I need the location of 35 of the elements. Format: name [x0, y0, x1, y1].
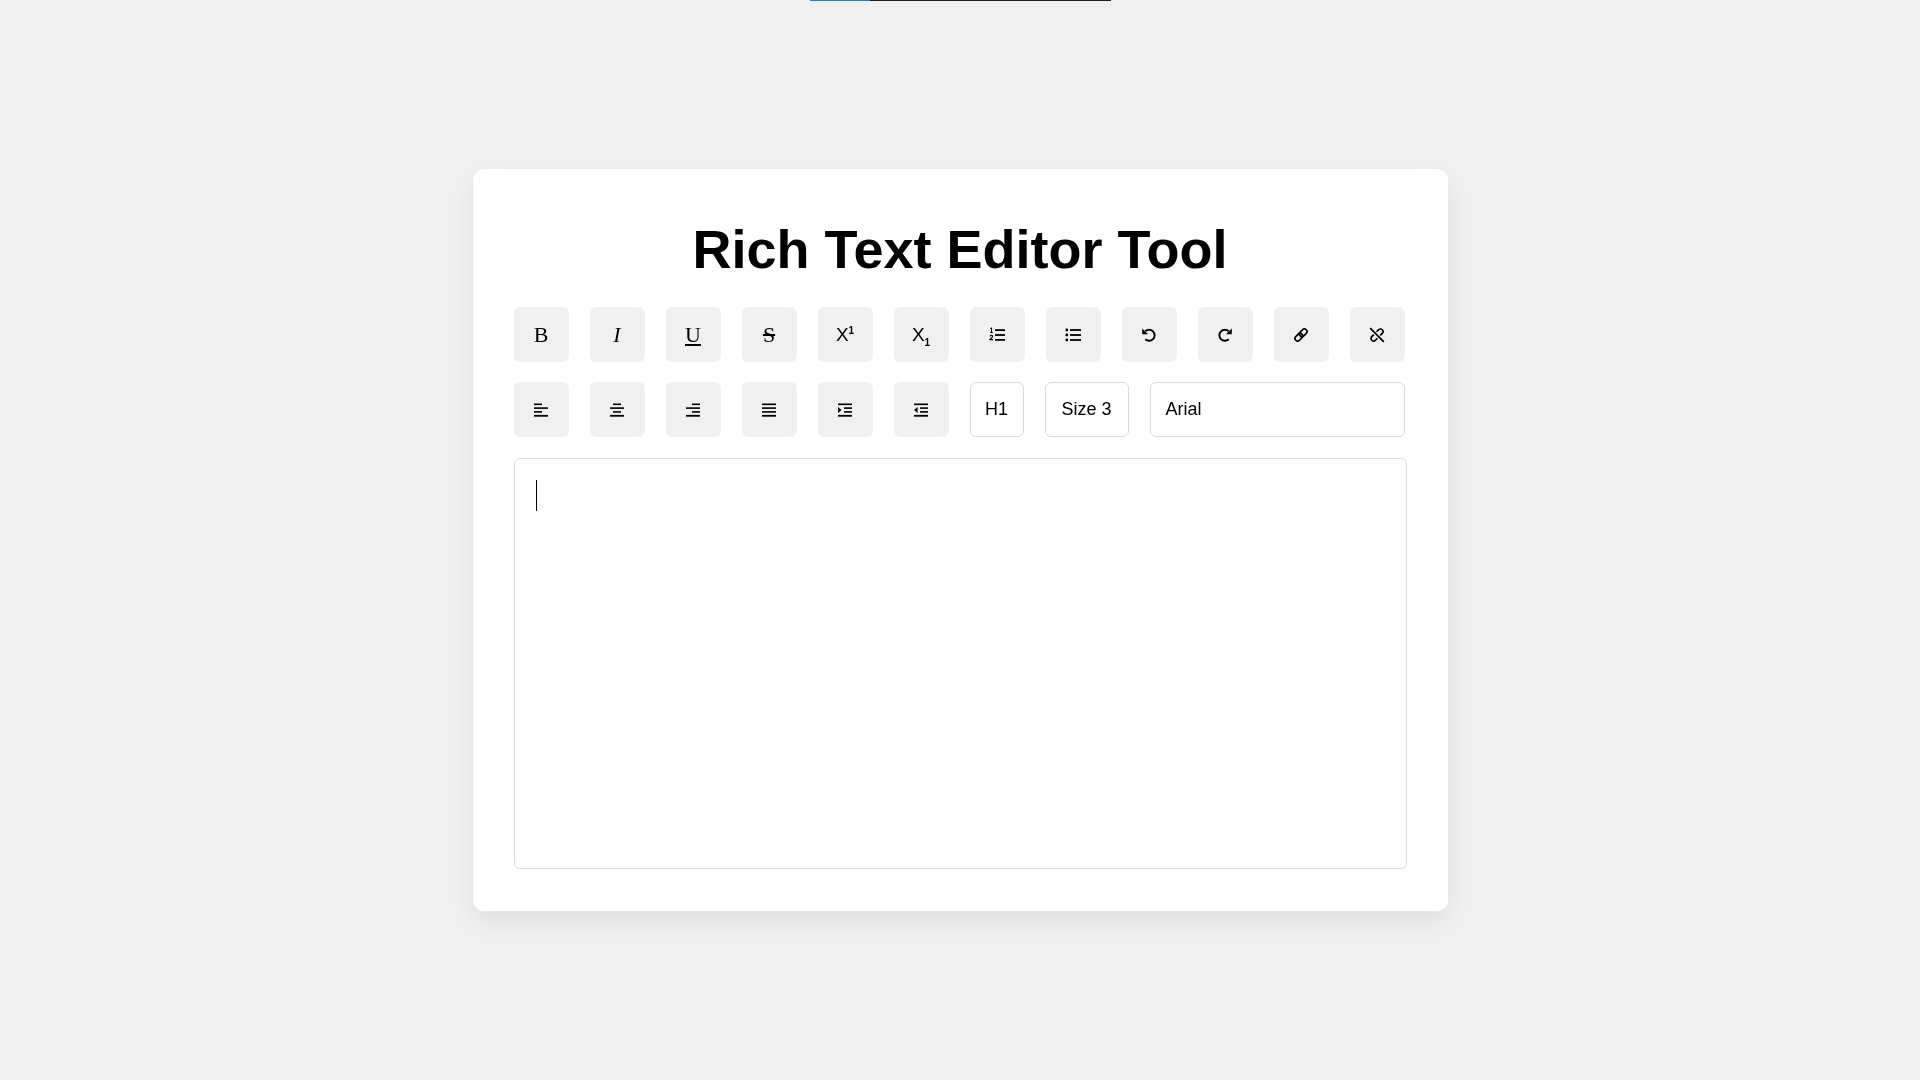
align-right-button[interactable]	[665, 382, 721, 437]
align-center-button[interactable]	[589, 382, 645, 437]
outdent-button[interactable]	[893, 382, 949, 437]
strikethrough-button[interactable]: S	[741, 307, 797, 362]
editor-field[interactable]	[513, 458, 1407, 869]
justify-button[interactable]	[741, 382, 797, 437]
redo-button[interactable]	[1197, 307, 1253, 362]
bullet-list-icon	[1065, 326, 1081, 343]
page-title: Rich Text Editor Tool	[691, 218, 1229, 281]
indent-button[interactable]	[817, 382, 873, 437]
underline-button[interactable]: U	[665, 307, 721, 362]
outdent-icon	[913, 401, 929, 418]
align-right-icon	[685, 401, 701, 418]
size-dropdown[interactable]: Size 3	[1044, 382, 1129, 437]
justify-icon	[761, 401, 777, 418]
italic-button[interactable]: I	[589, 307, 645, 362]
superscript-button[interactable]: X$^{1}$	[817, 307, 873, 362]
bold-button[interactable]: B	[513, 307, 569, 362]
numbered-list-icon	[989, 326, 1005, 343]
subscript-button[interactable]: X$_{1}$	[893, 307, 949, 362]
link-icon	[1293, 326, 1309, 343]
bullet-list-button[interactable]	[1045, 307, 1101, 362]
align-center-icon	[609, 401, 625, 418]
redo-icon	[1217, 326, 1233, 343]
font-dropdown[interactable]: Arial	[1149, 382, 1405, 437]
undo-icon	[1141, 326, 1157, 343]
link-button[interactable]	[1273, 307, 1329, 362]
unlink-icon	[1369, 326, 1385, 343]
unlink-button[interactable]	[1349, 307, 1405, 362]
numbered-list-button[interactable]	[969, 307, 1025, 362]
indent-icon	[837, 401, 853, 418]
heading-dropdown[interactable]: H1	[969, 382, 1024, 437]
undo-button[interactable]	[1121, 307, 1177, 362]
align-left-button[interactable]	[513, 382, 569, 437]
align-left-icon	[533, 401, 549, 418]
